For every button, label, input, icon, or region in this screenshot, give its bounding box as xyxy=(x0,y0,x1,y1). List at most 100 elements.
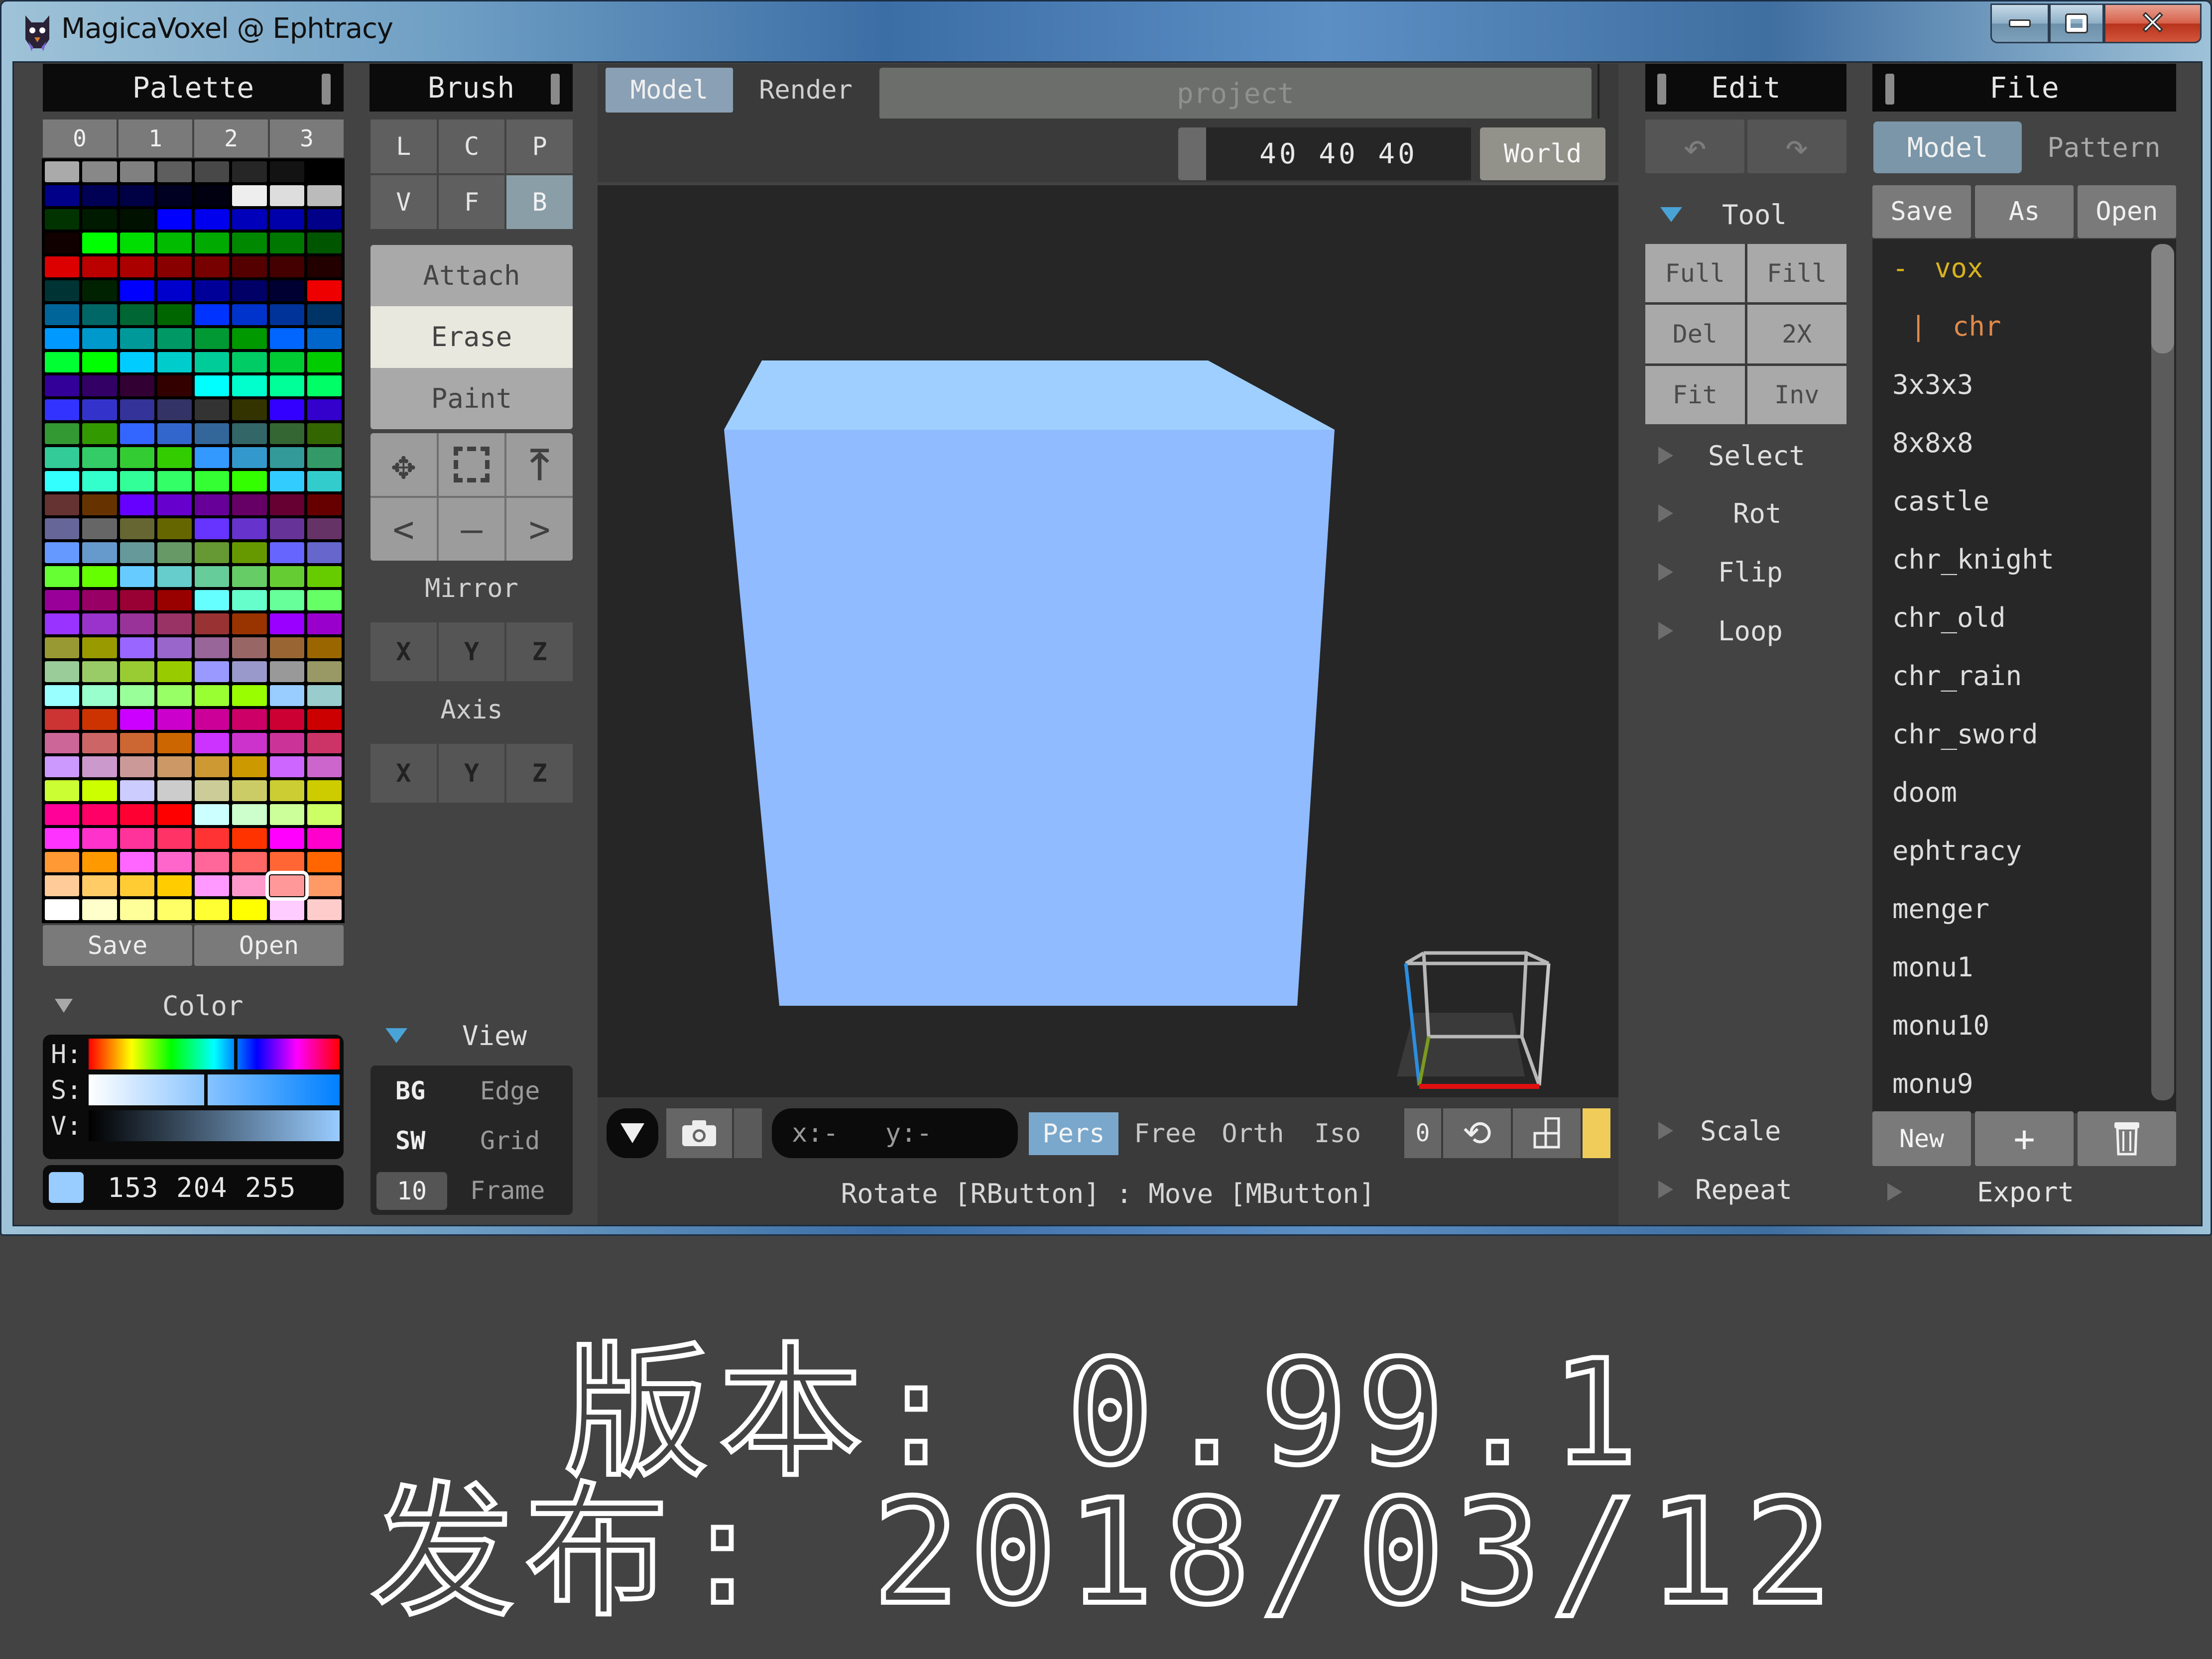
brush-collapse-handle[interactable] xyxy=(551,74,560,105)
palette-swatch[interactable] xyxy=(157,518,192,539)
palette-swatch[interactable] xyxy=(232,613,267,635)
palette-swatch[interactable] xyxy=(307,851,342,873)
edit-header[interactable]: Edit xyxy=(1645,64,1846,112)
palette-swatch[interactable] xyxy=(269,399,304,420)
double-size-button[interactable]: 2X xyxy=(1747,305,1846,363)
palette-swatch[interactable] xyxy=(157,352,192,373)
palette-swatch[interactable] xyxy=(157,709,192,730)
attach-button[interactable]: Attach xyxy=(370,245,573,307)
value-slider[interactable] xyxy=(89,1110,340,1141)
palette-swatch[interactable] xyxy=(269,304,304,325)
palette-swatch[interactable] xyxy=(82,471,117,492)
palette-swatch[interactable] xyxy=(82,851,117,873)
palette-swatch[interactable] xyxy=(120,375,154,397)
delete-file-button[interactable] xyxy=(2078,1111,2176,1166)
palette-swatch[interactable] xyxy=(269,709,304,730)
palette-swatch[interactable] xyxy=(45,661,80,682)
file-header[interactable]: File xyxy=(1872,64,2176,112)
palette-swatch[interactable] xyxy=(157,328,192,349)
palette-swatch[interactable] xyxy=(307,304,342,325)
palette-swatch[interactable] xyxy=(269,685,304,706)
palette-swatch[interactable] xyxy=(157,423,192,444)
palette-swatch[interactable] xyxy=(120,709,154,730)
palette-swatch[interactable] xyxy=(269,494,304,516)
palette-swatch[interactable] xyxy=(45,256,80,278)
new-file-button[interactable]: New xyxy=(1872,1111,1971,1166)
palette-swatch[interactable] xyxy=(307,185,342,206)
axis-x-button[interactable]: X xyxy=(370,744,437,803)
palette-swatch[interactable] xyxy=(232,804,267,825)
palette-swatch[interactable] xyxy=(307,256,342,278)
palette-swatch[interactable] xyxy=(269,637,304,659)
palette-swatch[interactable] xyxy=(120,471,154,492)
palette-swatch[interactable] xyxy=(157,233,192,254)
palette-swatch[interactable] xyxy=(307,780,342,801)
palette-swatch[interactable] xyxy=(157,590,192,611)
palette-swatch[interactable] xyxy=(45,161,80,182)
palette-swatch[interactable] xyxy=(269,328,304,349)
palette-swatch[interactable] xyxy=(269,732,304,754)
palette-swatch[interactable] xyxy=(269,613,304,635)
palette-swatch[interactable] xyxy=(195,613,230,635)
palette-swatch[interactable] xyxy=(120,566,154,587)
file-list-item[interactable]: chr_old xyxy=(1892,589,2006,647)
file-list-item[interactable]: 3x3x3 xyxy=(1892,356,1973,414)
palette-tab-2[interactable]: 2 xyxy=(194,119,268,157)
palette-swatch[interactable] xyxy=(232,352,267,373)
palette-swatch[interactable] xyxy=(195,661,230,682)
palette-swatch[interactable] xyxy=(195,256,230,278)
brush-mode-b[interactable]: B xyxy=(506,175,573,229)
palette-swatch[interactable] xyxy=(269,209,304,230)
palette-swatch[interactable] xyxy=(120,280,154,301)
palette-swatch[interactable] xyxy=(45,494,80,516)
file-list-item[interactable]: chr_knight xyxy=(1892,530,2054,589)
palette-swatch[interactable] xyxy=(82,590,117,611)
rot-section[interactable]: Rot xyxy=(1658,491,1847,536)
extrude-up-button[interactable]: ⤒ xyxy=(506,433,573,496)
file-tab-pattern[interactable]: Pattern xyxy=(2032,121,2176,173)
file-list-item[interactable]: 8x8x8 xyxy=(1892,414,1973,472)
palette-swatch[interactable] xyxy=(82,899,117,920)
palette-swatch[interactable] xyxy=(307,637,342,659)
palette-swatch[interactable] xyxy=(45,209,80,230)
palette-swatch[interactable] xyxy=(82,375,117,397)
palette-swatch[interactable] xyxy=(120,661,154,682)
palette-swatch[interactable] xyxy=(232,375,267,397)
palette-swatch[interactable] xyxy=(82,280,117,301)
palette-swatch[interactable] xyxy=(45,637,80,659)
palette-swatch[interactable] xyxy=(269,590,304,611)
previous-button[interactable]: < xyxy=(370,498,437,561)
title-bar[interactable]: MagicaVoxel @ Ephtracy ✕ xyxy=(1,1,2212,61)
palette-swatch[interactable] xyxy=(232,280,267,301)
palette-swatch[interactable] xyxy=(232,423,267,444)
palette-swatch[interactable] xyxy=(269,352,304,373)
palette-swatch[interactable] xyxy=(82,494,117,516)
file-tab-model[interactable]: Model xyxy=(1873,121,2022,173)
palette-swatch[interactable] xyxy=(307,399,342,420)
palette-swatch[interactable] xyxy=(232,851,267,873)
file-list-item[interactable]: monu9 xyxy=(1892,1055,1973,1113)
palette-swatch[interactable] xyxy=(157,613,192,635)
palette-swatch[interactable] xyxy=(232,256,267,278)
palette-swatch[interactable] xyxy=(82,685,117,706)
file-list-item[interactable]: castle xyxy=(1892,472,1989,530)
palette-swatch[interactable] xyxy=(45,709,80,730)
axis-z-button[interactable]: Z xyxy=(506,744,573,803)
palette-swatch[interactable] xyxy=(232,875,267,897)
palette-swatch[interactable] xyxy=(82,542,117,563)
palette-swatch[interactable] xyxy=(45,899,80,920)
delete-button[interactable]: Del xyxy=(1645,305,1745,363)
palette-swatch[interactable] xyxy=(45,518,80,539)
palette-swatch[interactable] xyxy=(232,542,267,563)
palette-swatch[interactable] xyxy=(157,566,192,587)
palette-swatch[interactable] xyxy=(307,447,342,468)
fit-button[interactable]: Fit xyxy=(1645,365,1745,424)
palette-swatch[interactable] xyxy=(157,637,192,659)
palette-swatch[interactable] xyxy=(120,447,154,468)
palette-swatch[interactable] xyxy=(232,494,267,516)
palette-swatch[interactable] xyxy=(120,209,154,230)
palette-swatch[interactable] xyxy=(307,542,342,563)
projection-free[interactable]: Free xyxy=(1125,1112,1205,1155)
palette-swatch[interactable] xyxy=(82,423,117,444)
palette-swatch[interactable] xyxy=(232,590,267,611)
